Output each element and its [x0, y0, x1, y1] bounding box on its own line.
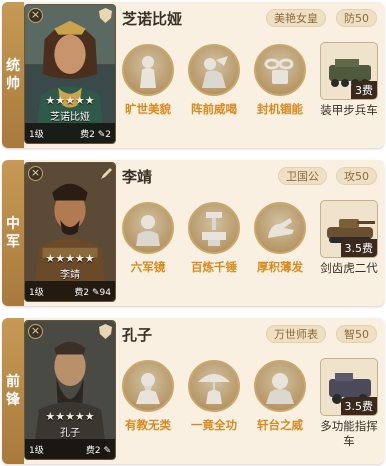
hero-card[interactable]: 前 锋 × ★★★★★ 孔子 1级 费2 ✎ 孔子 万世师表 智50 有教无类 …	[2, 318, 384, 464]
hero-card[interactable]: 中 军 × ★★★★★ 李靖 1级 费2 ✎94 李靖 卫国公 攻50 六军镜	[2, 160, 384, 306]
sage-bust-icon	[122, 360, 174, 412]
hero-info-bar: 1级 费2 ✎2	[25, 123, 115, 143]
umbrella-figure-icon	[188, 360, 240, 412]
troop-slot[interactable]: 3.5费 剑齿虎二代	[318, 200, 380, 276]
armored-vehicle-icon: 3费	[320, 42, 378, 100]
skill-slot[interactable]: 轩台之威	[252, 360, 308, 433]
skill-slot[interactable]: 有教无类	[120, 360, 176, 433]
position-tab[interactable]: 统 帅	[2, 2, 24, 148]
close-icon[interactable]: ×	[28, 166, 43, 181]
edit-icon	[101, 168, 112, 179]
hero-level: 1级	[29, 287, 44, 298]
female-statue-icon	[122, 44, 174, 96]
skill-name: 厚积薄发	[257, 260, 303, 274]
skill-name: 有教无类	[125, 418, 171, 432]
anvil-hammer-icon	[188, 202, 240, 254]
hero-name: 李靖	[122, 168, 153, 186]
troop-name: 剑齿虎二代	[320, 261, 378, 275]
hero-name: 芝诺比娅	[122, 10, 183, 28]
close-icon[interactable]: ×	[28, 324, 43, 339]
hero-cost: 费2 ✎94	[74, 287, 111, 298]
hero-level: 1级	[29, 445, 44, 456]
troop-cost: 3.5费	[340, 239, 377, 257]
open-hand-icon	[254, 202, 306, 254]
skill-name: 一竟全功	[191, 418, 237, 432]
troop-slot[interactable]: 3费 装甲步兵车	[318, 42, 380, 118]
feather-icon: ✎	[92, 287, 100, 298]
command-vehicle-icon: 3.5费	[320, 358, 378, 416]
skill-name: 旷世美貌	[125, 102, 171, 116]
tank-icon: 3.5费	[320, 200, 378, 258]
stat-tag: 防50	[336, 9, 377, 27]
skill-slot[interactable]: 一竟全功	[186, 360, 242, 433]
portrait-hero-name: 孔子	[60, 428, 80, 439]
troop-name: 多功能指挥车	[320, 419, 378, 448]
portrait-hero-name: 李靖	[60, 270, 80, 281]
star-rating: ★★★★★	[45, 94, 95, 107]
troop-name: 装甲步兵车	[320, 103, 378, 117]
skill-slot[interactable]: 封机锢能	[252, 44, 308, 117]
chain-lock-icon	[254, 44, 306, 96]
hero-portrait[interactable]: × ★★★★★ 孔子 1级 费2 ✎	[24, 320, 116, 460]
hero-title-tag: 万世师表	[266, 325, 326, 343]
shouting-warrior-icon	[188, 44, 240, 96]
star-rating: ★★★★★	[45, 410, 95, 423]
skill-slot[interactable]: 阵前威喝	[186, 44, 242, 117]
hero-info-bar: 1级 费2 ✎94	[25, 281, 115, 301]
skill-name: 阵前威喝	[191, 102, 237, 116]
position-tab[interactable]: 前 锋	[2, 318, 24, 464]
shield-icon	[99, 324, 112, 339]
stat-tag: 攻50	[336, 167, 377, 185]
hero-portrait[interactable]: × ★★★★★ 芝诺比娅 1级 费2 ✎2	[24, 4, 116, 144]
close-icon[interactable]: ×	[28, 8, 43, 23]
skill-slot[interactable]: 旷世美貌	[120, 44, 176, 117]
troop-slot[interactable]: 3.5费 多功能指挥车	[318, 358, 380, 449]
skill-slot[interactable]: 六军镜	[120, 202, 176, 275]
hero-level: 1级	[29, 129, 44, 140]
skill-name: 百炼千锤	[191, 260, 237, 274]
troop-cost: 3费	[351, 81, 377, 99]
hero-cost: 费2 ✎2	[80, 129, 111, 140]
bald-sage-icon	[254, 360, 306, 412]
skill-slot[interactable]: 百炼千锤	[186, 202, 242, 275]
troop-cost: 3.5费	[340, 397, 377, 415]
hero-title-tag: 美艳女皇	[266, 9, 326, 27]
position-tab[interactable]: 中 军	[2, 160, 24, 306]
hero-title-tag: 卫国公	[278, 167, 327, 185]
hero-card[interactable]: 统 帅 × ★★★★★ 芝诺比娅 1级 费2 ✎2 芝诺比娅 美艳女皇 防50 …	[2, 2, 384, 148]
hero-name: 孔子	[122, 326, 153, 344]
star-rating: ★★★★★	[45, 252, 95, 265]
portrait-hero-name: 芝诺比娅	[50, 112, 90, 123]
skill-name: 封机锢能	[257, 102, 303, 116]
skill-slot[interactable]: 厚积薄发	[252, 202, 308, 275]
stat-tag: 智50	[336, 325, 377, 343]
skill-name: 六军镜	[130, 260, 166, 274]
hero-portrait[interactable]: × ★★★★★ 李靖 1级 费2 ✎94	[24, 162, 116, 302]
feather-icon: ✎	[103, 445, 111, 456]
general-bust-icon	[122, 202, 174, 254]
skill-name: 轩台之威	[257, 418, 303, 432]
hero-info-bar: 1级 费2 ✎	[25, 439, 115, 459]
shield-icon	[99, 8, 112, 23]
hero-cost: 费2 ✎	[85, 445, 111, 456]
